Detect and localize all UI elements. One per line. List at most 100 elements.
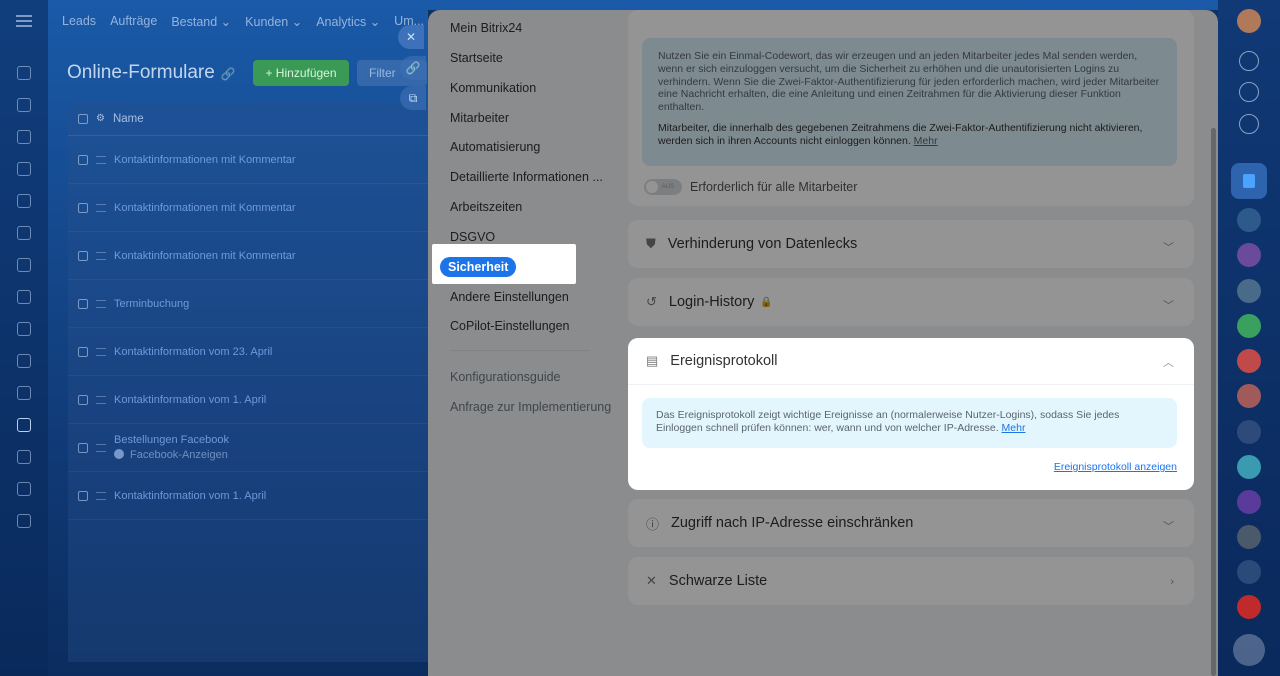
chevron-down-icon[interactable]: ﹀	[1163, 239, 1174, 255]
drag-handle-icon[interactable]	[96, 395, 106, 404]
chat-avatar[interactable]	[1237, 279, 1261, 303]
row-checkbox[interactable]	[78, 250, 88, 261]
rail-icon-10[interactable]	[17, 354, 31, 368]
open-chats-button[interactable]	[1233, 634, 1265, 666]
menu-item-copilot-einstellungen[interactable]: CoPilot-Einstellungen	[450, 319, 570, 333]
rail-icon-14[interactable]	[17, 482, 31, 496]
chat-avatar[interactable]	[1237, 560, 1261, 584]
show-event-log-link[interactable]: Ereignisprotokoll anzeigen	[1054, 461, 1177, 473]
bell-icon[interactable]	[1239, 51, 1259, 71]
scrollbar[interactable]	[1211, 128, 1216, 676]
nav-item[interactable]: Leads	[62, 14, 96, 28]
settings-icon[interactable]: ⚙	[96, 113, 105, 124]
row-checkbox[interactable]	[78, 298, 88, 309]
chat-avatar[interactable]	[1237, 349, 1261, 373]
chat-avatar[interactable]	[1237, 208, 1261, 232]
menu-item-kommunikation[interactable]: Kommunikation	[450, 81, 536, 95]
row-title[interactable]: Terminbuchung	[114, 298, 189, 310]
row-checkbox[interactable]	[78, 490, 88, 501]
menu-icon[interactable]	[16, 15, 32, 27]
chat-avatar[interactable]	[1237, 595, 1261, 619]
open-new-window-icon[interactable]: ⧉	[400, 86, 426, 110]
rail-icon-15[interactable]	[17, 514, 31, 528]
copy-link-icon[interactable]: 🔗	[400, 56, 426, 80]
drag-handle-icon[interactable]	[96, 155, 106, 164]
chat-avatar[interactable]	[1237, 525, 1261, 549]
table-row[interactable]: Bestellungen Facebook Facebook-Anzeigen	[68, 424, 430, 472]
chat-avatar[interactable]	[1237, 314, 1261, 338]
menu-item-andere-einstellungen[interactable]: Andere Einstellungen	[450, 290, 569, 304]
nav-item[interactable]: Analytics ⌄	[316, 14, 380, 29]
table-row[interactable]: Kontaktinformation vom 1. April	[68, 472, 430, 520]
nav-item[interactable]: Aufträge	[110, 14, 157, 28]
row-checkbox[interactable]	[78, 442, 88, 453]
rail-icon-forms[interactable]	[17, 418, 31, 432]
events-more-link[interactable]: Mehr	[1002, 422, 1026, 434]
row-title[interactable]: Kontaktinformation vom 23. April	[114, 346, 272, 358]
menu-item-startseite[interactable]: Startseite	[450, 51, 503, 65]
menu-item-konfigurationsguide[interactable]: Konfigurationsguide	[450, 370, 561, 384]
menu-item-dsgvo[interactable]: DSGVO	[450, 230, 495, 244]
rail-icon-7[interactable]	[17, 258, 31, 272]
drag-handle-icon[interactable]	[96, 251, 106, 260]
nav-item[interactable]: Kunden ⌄	[245, 14, 302, 29]
nav-item[interactable]: Bestand ⌄	[171, 14, 231, 29]
close-icon[interactable]: ✕	[398, 25, 424, 49]
row-checkbox[interactable]	[78, 394, 88, 405]
section-blacklist[interactable]: ✕ Schwarze Liste ›	[628, 557, 1194, 605]
rail-icon-4[interactable]	[17, 162, 31, 176]
menu-item-mitarbeiter[interactable]: Mitarbeiter	[450, 111, 509, 125]
bookmark-icon[interactable]	[1231, 163, 1267, 199]
menu-item-sicherheit[interactable]: Sicherheit	[440, 257, 517, 277]
drag-handle-icon[interactable]	[96, 443, 106, 452]
rail-icon-6[interactable]	[17, 226, 31, 240]
rail-icon-5[interactable]	[17, 194, 31, 208]
menu-item-sicherheit-highlight[interactable]: Sicherheit	[432, 244, 576, 284]
row-title[interactable]: Kontaktinformation vom 1. April	[114, 490, 266, 502]
drag-handle-icon[interactable]	[96, 203, 106, 212]
table-row[interactable]: Kontaktinformationen mit Kommentar	[68, 232, 430, 280]
twofa-toggle[interactable]: AUS	[644, 179, 682, 195]
row-checkbox[interactable]	[78, 202, 88, 213]
rail-icon-11[interactable]	[17, 386, 31, 400]
menu-item-mein-bitrix24[interactable]: Mein Bitrix24	[450, 21, 522, 35]
chevron-down-icon[interactable]: ﹀	[1163, 297, 1174, 313]
chat-avatar[interactable]	[1237, 455, 1261, 479]
rail-icon-9[interactable]	[17, 322, 31, 336]
chevron-up-icon[interactable]: ︿	[1163, 354, 1174, 370]
row-title[interactable]: Kontaktinformation vom 1. April	[114, 394, 266, 406]
table-row[interactable]: Terminbuchung	[68, 280, 430, 328]
link-icon[interactable]: 🔗	[221, 67, 236, 81]
row-checkbox[interactable]	[78, 154, 88, 165]
chevron-right-icon[interactable]: ›	[1170, 576, 1174, 588]
drag-handle-icon[interactable]	[96, 491, 106, 500]
rail-icon-8[interactable]	[17, 290, 31, 304]
copilot-icon[interactable]	[1239, 82, 1259, 102]
row-title[interactable]: Bestellungen Facebook	[114, 434, 229, 446]
row-title[interactable]: Kontaktinformationen mit Kommentar	[114, 250, 296, 262]
chat-avatar[interactable]	[1237, 420, 1261, 444]
add-button[interactable]: + Hinzufügen	[253, 60, 349, 86]
table-row[interactable]: Kontaktinformation vom 23. April	[68, 328, 430, 376]
menu-item-automatisierung[interactable]: Automatisierung	[450, 140, 540, 154]
row-title[interactable]: Kontaktinformationen mit Kommentar	[114, 154, 296, 166]
drag-handle-icon[interactable]	[96, 299, 106, 308]
section-login-history[interactable]: ↺ Login-History 🔒 ﹀	[628, 278, 1194, 326]
twofa-more-link[interactable]: Mehr	[914, 135, 938, 147]
section-data-leak[interactable]: ⛊ Verhinderung von Datenlecks ﹀	[628, 220, 1194, 268]
section-ip-restriction[interactable]: ⓘ Zugriff nach IP-Adresse einschränken ﹀	[628, 499, 1194, 547]
search-icon[interactable]	[1239, 114, 1259, 134]
drag-handle-icon[interactable]	[96, 347, 106, 356]
chevron-down-icon[interactable]: ﹀	[1163, 518, 1174, 534]
rail-icon-2[interactable]	[17, 98, 31, 112]
chat-avatar[interactable]	[1237, 490, 1261, 514]
table-row[interactable]: Kontaktinformationen mit Kommentar	[68, 136, 430, 184]
chat-avatar[interactable]	[1237, 384, 1261, 408]
rail-icon-13[interactable]	[17, 450, 31, 464]
chat-avatar[interactable]	[1237, 243, 1261, 267]
menu-item-detaillierte-informationen[interactable]: Detaillierte Informationen ...	[450, 170, 603, 184]
menu-item-anfrage-implementierung[interactable]: Anfrage zur Implementierung	[450, 400, 611, 414]
table-row[interactable]: Kontaktinformation vom 1. April	[68, 376, 430, 424]
rail-icon-3[interactable]	[17, 130, 31, 144]
user-avatar[interactable]	[1237, 9, 1261, 33]
